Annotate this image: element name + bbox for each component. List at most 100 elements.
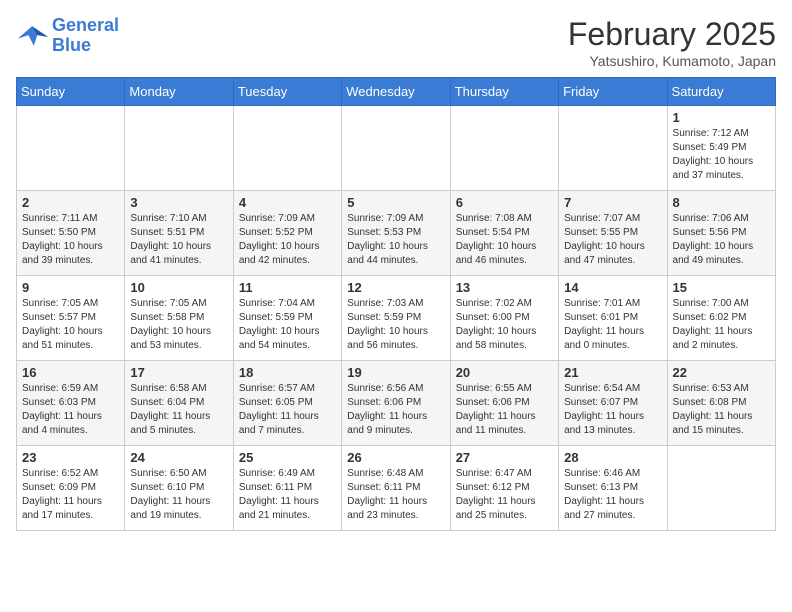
day-info: Sunrise: 7:04 AM Sunset: 5:59 PM Dayligh… [239,297,336,353]
calendar-cell: 12Sunrise: 7:03 AM Sunset: 5:59 PM Dayli… [342,276,450,361]
calendar-cell: 14 Sunrise: 7:01 AM Sunset: 6:01 PM Dayli… [559,276,667,361]
day-number: 25 [239,450,336,465]
logo: General Blue [16,16,119,56]
day-info: Sunrise: 6:55 AM Sunset: 6:06 PM Dayligh… [456,382,553,438]
day-info: Sunrise: 7:05 AM Sunset: 5:58 PM Dayligh… [130,297,227,353]
day-number: 16 [22,365,119,380]
day-number: 10 [130,280,227,295]
day-number: 21 [564,365,661,380]
calendar-cell: 17Sunrise: 6:58 AM Sunset: 6:04 PM Dayli… [125,361,233,446]
calendar-cell: 27 Sunrise: 6:47 AM Sunset: 6:12 PM Dayli… [450,446,558,531]
calendar-cell: 16 Sunrise: 6:59 AM Sunset: 6:03 PM Dayli… [17,361,125,446]
logo-text: General Blue [52,16,119,56]
day-info: Sunrise: 7:05 AM Sunset: 5:57 PM Dayligh… [22,297,119,353]
day-number: 9 [22,280,119,295]
day-number: 17 [130,365,227,380]
calendar-cell: 6Sunrise: 7:08 AM Sunset: 5:54 PM Daylig… [450,191,558,276]
day-number: 26 [347,450,444,465]
day-number: 12 [347,280,444,295]
calendar-cell: 24Sunrise: 6:50 AM Sunset: 6:10 PM Dayli… [125,446,233,531]
day-info: Sunrise: 7:09 AM Sunset: 5:52 PM Dayligh… [239,212,336,268]
calendar-cell: 23 Sunrise: 6:52 AM Sunset: 6:09 PM Dayli… [17,446,125,531]
calendar-cell: 5 Sunrise: 7:09 AM Sunset: 5:53 PM Daylig… [342,191,450,276]
calendar-week-row: 2Sunrise: 7:11 AM Sunset: 5:50 PM Daylig… [17,191,776,276]
calendar-cell: 2Sunrise: 7:11 AM Sunset: 5:50 PM Daylig… [17,191,125,276]
calendar-cell [342,106,450,191]
day-info: Sunrise: 6:57 AM Sunset: 6:05 PM Dayligh… [239,382,336,438]
day-number: 28 [564,450,661,465]
day-number: 8 [673,195,770,210]
day-info: Sunrise: 6:50 AM Sunset: 6:10 PM Dayligh… [130,467,227,523]
day-info: Sunrise: 7:01 AM Sunset: 6:01 PM Dayligh… [564,297,661,353]
col-header-friday: Friday [559,78,667,106]
day-number: 23 [22,450,119,465]
col-header-saturday: Saturday [667,78,775,106]
day-number: 7 [564,195,661,210]
day-info: Sunrise: 6:54 AM Sunset: 6:07 PM Dayligh… [564,382,661,438]
day-info: Sunrise: 7:06 AM Sunset: 5:56 PM Dayligh… [673,212,770,268]
calendar-cell: 8 Sunrise: 7:06 AM Sunset: 5:56 PM Daylig… [667,191,775,276]
calendar-cell: 18Sunrise: 6:57 AM Sunset: 6:05 PM Dayli… [233,361,341,446]
calendar-cell: 9 Sunrise: 7:05 AM Sunset: 5:57 PM Daylig… [17,276,125,361]
calendar-week-row: 16 Sunrise: 6:59 AM Sunset: 6:03 PM Dayli… [17,361,776,446]
day-number: 22 [673,365,770,380]
calendar-cell [450,106,558,191]
calendar-cell: 25 Sunrise: 6:49 AM Sunset: 6:11 PM Dayli… [233,446,341,531]
day-info: Sunrise: 7:10 AM Sunset: 5:51 PM Dayligh… [130,212,227,268]
calendar-cell: 11 Sunrise: 7:04 AM Sunset: 5:59 PM Dayli… [233,276,341,361]
calendar-cell: 1 Sunrise: 7:12 AM Sunset: 5:49 PM Daylig… [667,106,775,191]
col-header-tuesday: Tuesday [233,78,341,106]
title-block: February 2025 Yatsushiro, Kumamoto, Japa… [568,16,776,69]
day-number: 5 [347,195,444,210]
calendar-cell: 19 Sunrise: 6:56 AM Sunset: 6:06 PM Dayli… [342,361,450,446]
day-number: 15 [673,280,770,295]
day-info: Sunrise: 7:09 AM Sunset: 5:53 PM Dayligh… [347,212,444,268]
day-number: 4 [239,195,336,210]
month-title: February 2025 [568,16,776,53]
day-info: Sunrise: 6:59 AM Sunset: 6:03 PM Dayligh… [22,382,119,438]
day-info: Sunrise: 6:56 AM Sunset: 6:06 PM Dayligh… [347,382,444,438]
day-number: 13 [456,280,553,295]
calendar-cell: 21 Sunrise: 6:54 AM Sunset: 6:07 PM Dayli… [559,361,667,446]
col-header-sunday: Sunday [17,78,125,106]
day-number: 20 [456,365,553,380]
day-number: 1 [673,110,770,125]
calendar-table: SundayMondayTuesdayWednesdayThursdayFrid… [16,77,776,531]
location: Yatsushiro, Kumamoto, Japan [568,53,776,69]
col-header-thursday: Thursday [450,78,558,106]
day-number: 2 [22,195,119,210]
day-info: Sunrise: 7:00 AM Sunset: 6:02 PM Dayligh… [673,297,770,353]
calendar-week-row: 1 Sunrise: 7:12 AM Sunset: 5:49 PM Daylig… [17,106,776,191]
calendar-cell: 13 Sunrise: 7:02 AM Sunset: 6:00 PM Dayli… [450,276,558,361]
col-header-wednesday: Wednesday [342,78,450,106]
day-info: Sunrise: 7:02 AM Sunset: 6:00 PM Dayligh… [456,297,553,353]
day-number: 6 [456,195,553,210]
calendar-cell: 26Sunrise: 6:48 AM Sunset: 6:11 PM Dayli… [342,446,450,531]
calendar-cell [667,446,775,531]
day-number: 19 [347,365,444,380]
day-info: Sunrise: 6:49 AM Sunset: 6:11 PM Dayligh… [239,467,336,523]
day-info: Sunrise: 6:47 AM Sunset: 6:12 PM Dayligh… [456,467,553,523]
calendar-cell: 20 Sunrise: 6:55 AM Sunset: 6:06 PM Dayli… [450,361,558,446]
page-header: General Blue February 2025 Yatsushiro, K… [16,16,776,69]
day-number: 14 [564,280,661,295]
calendar-cell: 4 Sunrise: 7:09 AM Sunset: 5:52 PM Daylig… [233,191,341,276]
logo-icon [16,22,48,50]
day-info: Sunrise: 7:12 AM Sunset: 5:49 PM Dayligh… [673,127,770,183]
calendar-cell [125,106,233,191]
calendar-header-row: SundayMondayTuesdayWednesdayThursdayFrid… [17,78,776,106]
calendar-cell: 15 Sunrise: 7:00 AM Sunset: 6:02 PM Dayli… [667,276,775,361]
day-number: 27 [456,450,553,465]
day-info: Sunrise: 6:46 AM Sunset: 6:13 PM Dayligh… [564,467,661,523]
calendar-cell: 22 Sunrise: 6:53 AM Sunset: 6:08 PM Dayli… [667,361,775,446]
day-number: 11 [239,280,336,295]
day-info: Sunrise: 6:52 AM Sunset: 6:09 PM Dayligh… [22,467,119,523]
logo-line2: Blue [52,35,91,55]
calendar-week-row: 9 Sunrise: 7:05 AM Sunset: 5:57 PM Daylig… [17,276,776,361]
day-info: Sunrise: 6:53 AM Sunset: 6:08 PM Dayligh… [673,382,770,438]
calendar-cell [559,106,667,191]
calendar-week-row: 23 Sunrise: 6:52 AM Sunset: 6:09 PM Dayli… [17,446,776,531]
calendar-cell: 3 Sunrise: 7:10 AM Sunset: 5:51 PM Daylig… [125,191,233,276]
day-number: 3 [130,195,227,210]
day-info: Sunrise: 7:07 AM Sunset: 5:55 PM Dayligh… [564,212,661,268]
